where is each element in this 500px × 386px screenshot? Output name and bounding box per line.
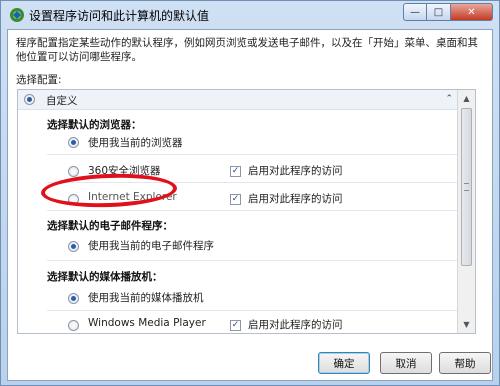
default-programs-icon: [9, 7, 25, 23]
media-option-radio[interactable]: [68, 320, 79, 331]
enable-access-checkbox[interactable]: ✓: [230, 320, 241, 331]
title-bar[interactable]: 设置程序访问和此计算机的默认值 — □ ✕: [1, 1, 499, 29]
cancel-button[interactable]: 取消: [380, 352, 432, 374]
dialog-window: 设置程序访问和此计算机的默认值 — □ ✕ 程序配置指定某些动作的默认程序，例如…: [0, 0, 500, 386]
scroll-down-icon[interactable]: ▼: [458, 316, 475, 333]
close-button[interactable]: ✕: [451, 3, 493, 21]
collapse-icon[interactable]: ⌃: [445, 94, 453, 104]
media-option-label: Windows Media Player: [88, 317, 206, 329]
scroll-up-icon[interactable]: ▲: [458, 90, 475, 107]
window-controls: — □ ✕: [403, 3, 493, 21]
enable-access-checkbox[interactable]: ✓: [230, 166, 241, 177]
divider: [47, 210, 457, 211]
browser-option-radio[interactable]: [68, 137, 79, 148]
ok-button[interactable]: 确定: [318, 352, 370, 374]
browser-option-label: 使用我当前的浏览器: [88, 137, 183, 149]
enable-access-checkbox[interactable]: ✓: [230, 194, 241, 205]
grip-icon: [464, 183, 469, 191]
config-label: 选择配置:: [16, 74, 62, 86]
scroll-thumb[interactable]: [461, 108, 472, 266]
enable-access-label: 启用对此程序的访问: [248, 193, 343, 205]
media-option-label: 使用我当前的媒体播放机: [88, 292, 204, 304]
media-section-title: 选择默认的媒体播放机：: [47, 271, 163, 283]
configuration-list[interactable]: 自定义 ⌃ 选择默认的浏览器： 使用我当前的浏览器 360安全浏览器 ✓ 启用对…: [17, 89, 476, 334]
maximize-button[interactable]: □: [427, 3, 451, 21]
description-text: 程序配置指定某些动作的默认程序，例如网页浏览或发送电子邮件，以及在「开始」菜单、…: [16, 37, 478, 63]
enable-access-label: 启用对此程序的访问: [248, 165, 343, 177]
browser-section-title: 选择默认的浏览器：: [47, 119, 142, 131]
enable-access-label: 启用对此程序的访问: [248, 319, 343, 331]
browser-option-radio[interactable]: [68, 166, 79, 177]
help-button[interactable]: 帮助: [439, 352, 491, 374]
media-option-radio[interactable]: [68, 293, 79, 304]
window-title: 设置程序访问和此计算机的默认值: [29, 9, 210, 23]
email-section-title: 选择默认的电子邮件程序：: [47, 220, 173, 232]
email-option-radio[interactable]: [68, 241, 79, 252]
divider: [47, 154, 457, 155]
divider: [47, 310, 457, 311]
vertical-scrollbar[interactable]: ▲ ▼: [457, 90, 475, 333]
divider: [47, 260, 457, 261]
minimize-button[interactable]: —: [403, 3, 427, 21]
custom-config-radio[interactable]: [24, 94, 35, 105]
custom-config-label: 自定义: [46, 95, 78, 107]
email-option-label: 使用我当前的电子邮件程序: [88, 240, 214, 252]
config-header[interactable]: 自定义 ⌃: [18, 90, 475, 110]
